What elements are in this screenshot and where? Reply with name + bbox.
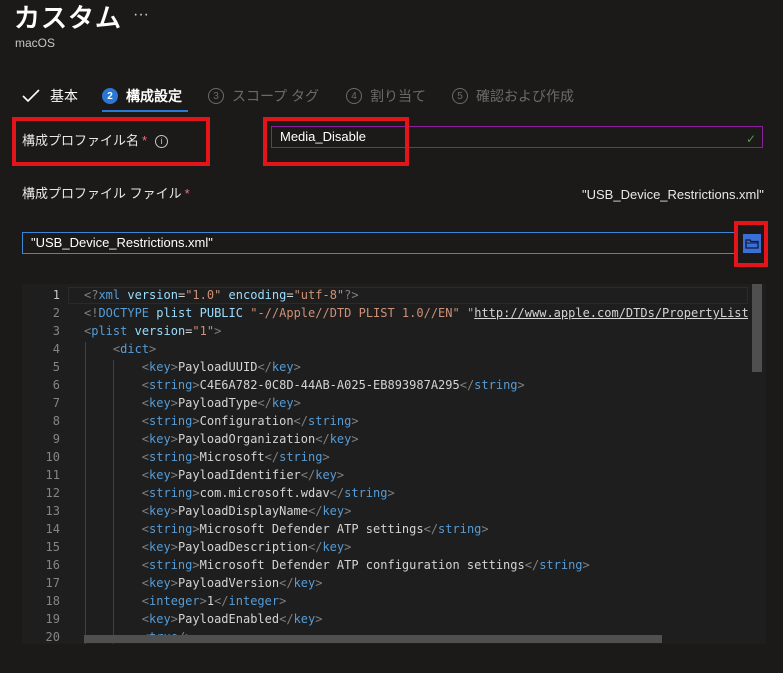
step-label: 基本 bbox=[50, 88, 78, 104]
code-line: <string>Microsoft</string> bbox=[141, 450, 330, 464]
step-assignments: 4 割り当て bbox=[346, 86, 426, 106]
code-line: <string>Configuration</string> bbox=[141, 414, 359, 428]
line-number: 8 bbox=[52, 414, 60, 428]
line-number: 17 bbox=[45, 576, 60, 590]
line-number: 12 bbox=[45, 486, 60, 500]
code-line: <key>PayloadOrganization</key> bbox=[141, 432, 359, 446]
highlight-box-browse bbox=[734, 221, 768, 267]
code-line: <key>PayloadVersion</key> bbox=[141, 576, 323, 590]
code-line: <key>PayloadEnabled</key> bbox=[141, 612, 323, 626]
step-label: 割り当て bbox=[370, 88, 426, 104]
code-line: <string>com.microsoft.wdav</string> bbox=[141, 486, 395, 500]
step-number: 4 bbox=[346, 88, 362, 104]
valid-check-icon: ✓ bbox=[745, 132, 756, 146]
code-line: <key>PayloadType</key> bbox=[141, 396, 301, 410]
step-number: 2 bbox=[102, 88, 118, 104]
xml-code-editor[interactable]: 1 2 3 4 5 6 7 8 9 10 11 12 13 14 15 16 1… bbox=[22, 284, 766, 644]
line-number: 5 bbox=[52, 360, 60, 374]
horizontal-scrollbar-thumb[interactable] bbox=[84, 635, 662, 643]
line-number: 16 bbox=[45, 558, 60, 572]
code-line: <key>PayloadDisplayName</key> bbox=[141, 504, 352, 518]
code-line: <!DOCTYPE plist PUBLIC "-//Apple//DTD PL… bbox=[84, 306, 748, 320]
line-number: 10 bbox=[45, 450, 60, 464]
line-number: 13 bbox=[45, 504, 60, 518]
code-line: <key>PayloadDescription</key> bbox=[141, 540, 352, 554]
line-number: 4 bbox=[52, 342, 60, 356]
code-line: <string>Microsoft Defender ATP settings<… bbox=[141, 522, 489, 536]
platform-subtitle: macOS bbox=[15, 36, 56, 50]
line-number: 14 bbox=[45, 522, 60, 536]
checkmark-icon bbox=[22, 89, 40, 103]
line-number: 11 bbox=[45, 468, 60, 482]
step-label: 構成設定 bbox=[126, 88, 182, 104]
vertical-scrollbar-thumb[interactable] bbox=[752, 284, 762, 372]
line-number-gutter: 1 2 3 4 5 6 7 8 9 10 11 12 13 14 15 16 1… bbox=[22, 284, 68, 644]
selected-file-name: "USB_Device_Restrictions.xml" bbox=[582, 187, 764, 202]
step-number: 5 bbox=[452, 88, 468, 104]
code-line: <dict> bbox=[112, 342, 157, 356]
line-number: 3 bbox=[52, 324, 60, 338]
step-configuration-settings[interactable]: 2 構成設定 bbox=[102, 86, 182, 106]
code-line: <integer>1</integer> bbox=[141, 594, 287, 608]
code-line: <string>Microsoft Defender ATP configura… bbox=[141, 558, 590, 572]
more-options-button[interactable]: ··· bbox=[133, 6, 149, 24]
line-number: 15 bbox=[45, 540, 60, 554]
line-number: 20 bbox=[45, 630, 60, 644]
line-number: 18 bbox=[45, 594, 60, 608]
step-label: スコープ タグ bbox=[232, 88, 320, 104]
highlight-box-label bbox=[12, 117, 210, 166]
step-scope-tags: 3 スコープ タグ bbox=[208, 86, 319, 106]
line-number: 1 bbox=[52, 288, 60, 302]
highlight-box-value bbox=[263, 117, 409, 166]
code-line: <string>C4E6A782-0C8D-44AB-A025-EB893987… bbox=[141, 378, 525, 392]
code-line: <key>PayloadUUID</key> bbox=[141, 360, 301, 374]
profile-file-label-row: 構成プロファイル ファイル * bbox=[22, 183, 190, 202]
line-number: 7 bbox=[52, 396, 60, 410]
line-number: 6 bbox=[52, 378, 60, 392]
line-number: 2 bbox=[52, 306, 60, 320]
code-line: <plist version="1"> bbox=[84, 324, 222, 338]
step-basics[interactable]: 基本 bbox=[22, 86, 78, 106]
code-line: <key>PayloadIdentifier</key> bbox=[141, 468, 345, 482]
file-path-input[interactable]: "USB_Device_Restrictions.xml" bbox=[22, 232, 735, 254]
line-number: 19 bbox=[45, 612, 60, 626]
active-step-indicator bbox=[102, 110, 188, 112]
page-title: カスタム bbox=[14, 3, 123, 33]
step-label: 確認および作成 bbox=[476, 88, 574, 104]
code-line: <?xml version="1.0" encoding="utf-8"?> bbox=[84, 288, 359, 302]
required-mark: * bbox=[184, 186, 190, 201]
profile-file-label: 構成プロファイル ファイル bbox=[22, 186, 182, 201]
step-review-create: 5 確認および作成 bbox=[452, 86, 574, 106]
step-number: 3 bbox=[208, 88, 224, 104]
code-content[interactable]: <?xml version="1.0" encoding="utf-8"?> <… bbox=[84, 284, 748, 644]
line-number: 9 bbox=[52, 432, 60, 446]
